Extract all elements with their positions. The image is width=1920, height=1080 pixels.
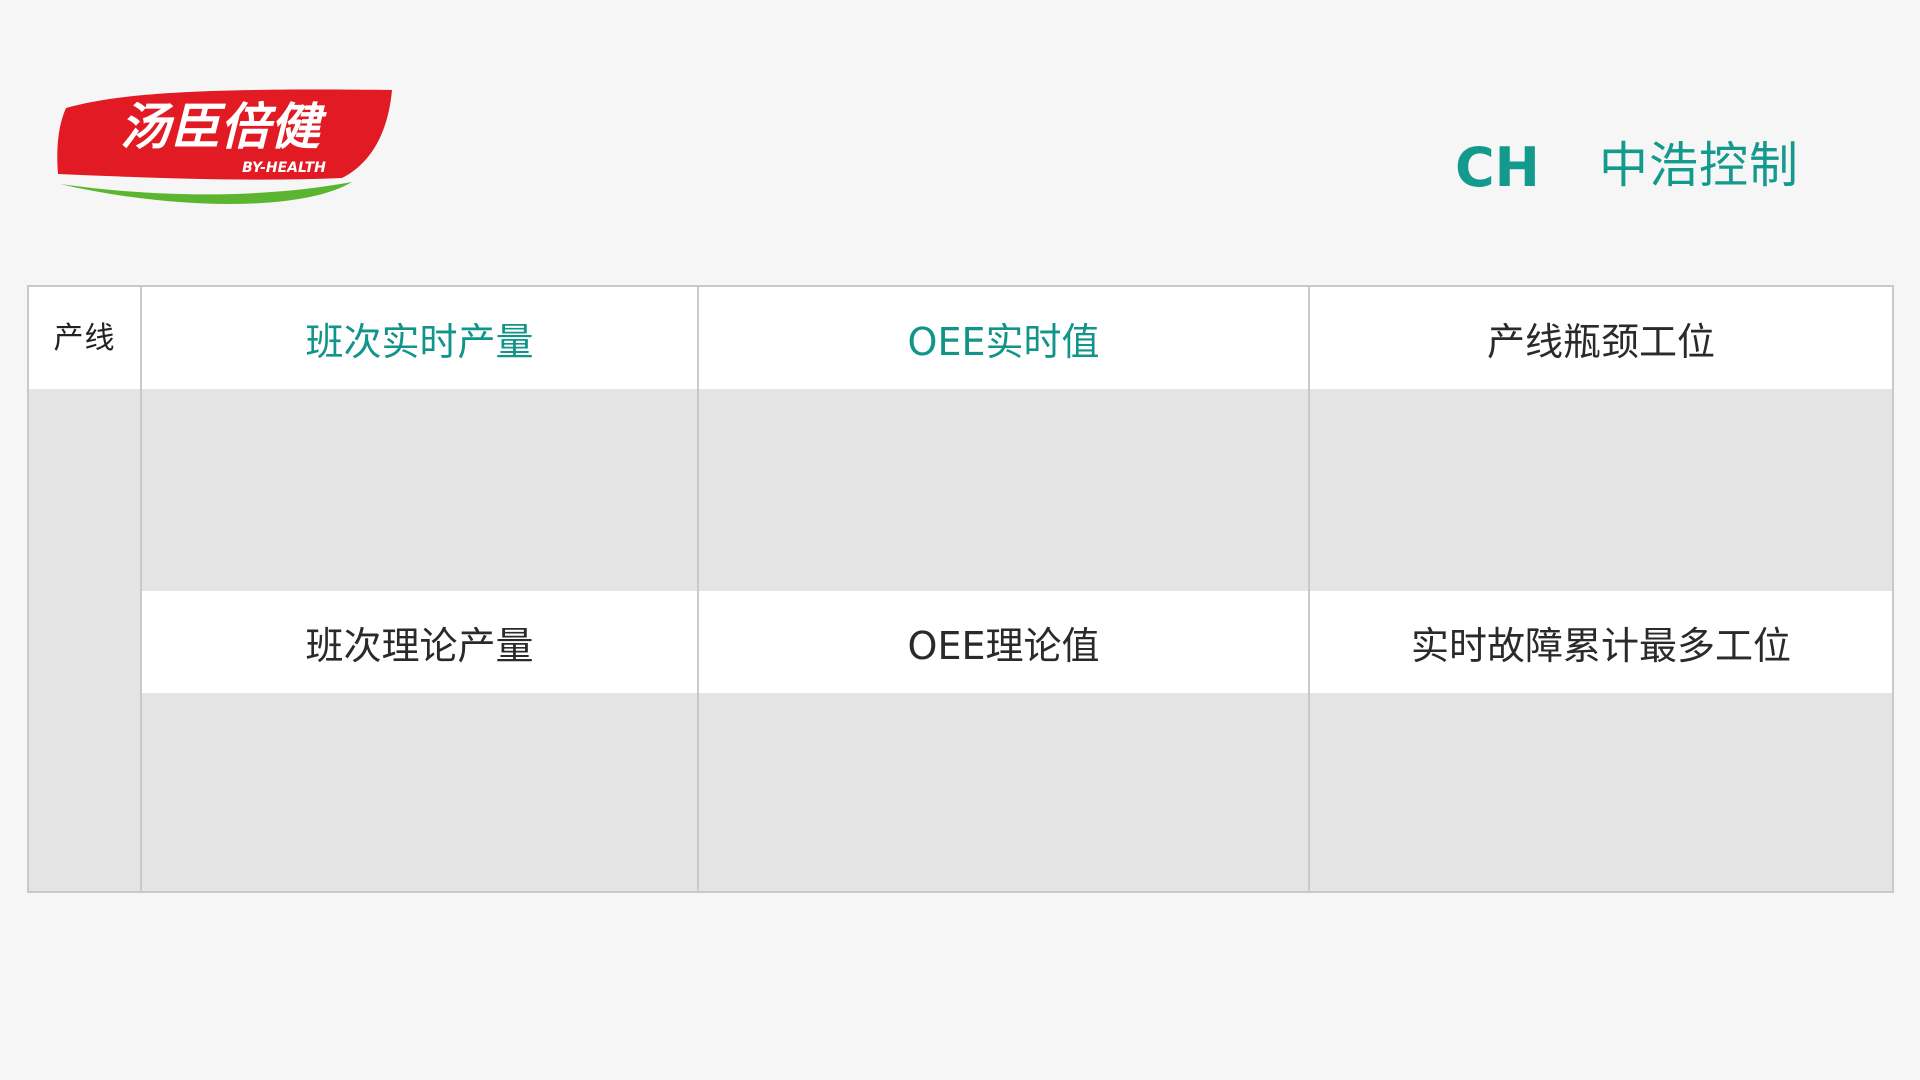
oee-theoretical-value — [699, 693, 1308, 891]
shift-realtime-output-header: 班次实时产量 — [142, 287, 697, 389]
shift-realtime-output-value — [142, 389, 697, 591]
bottleneck-station-value — [1310, 389, 1892, 591]
oee-theoretical-header: OEE理论值 — [699, 591, 1308, 693]
production-dashboard: 产线 班次实时产量 班次理论产量 OEE实时值 OEE理论值 产线瓶颈工位 实时… — [27, 285, 1894, 893]
line-label: 产线 — [53, 321, 116, 356]
ch-mark-icon: CH — [1455, 139, 1540, 191]
shift-theoretical-output-header: 班次理论产量 — [142, 591, 697, 693]
zhonghao-logo: CH 中浩控制 — [1455, 134, 1799, 196]
bottleneck-station-header: 产线瓶颈工位 — [1310, 287, 1892, 389]
shift-theoretical-output-value — [142, 693, 697, 891]
oee-realtime-value — [699, 389, 1308, 591]
brand-name: 汤臣倍健 — [120, 98, 327, 156]
by-health-logo: 汤臣倍健 BY-HEALTH — [52, 86, 398, 208]
shift-output-column: 班次实时产量 班次理论产量 — [142, 287, 699, 891]
oee-column: OEE实时值 OEE理论值 — [699, 287, 1310, 891]
partner-name: 中浩控制 — [1599, 136, 1800, 194]
most-faults-station-header: 实时故障累计最多工位 — [1310, 591, 1892, 693]
svg-text:CH: CH — [1455, 139, 1540, 191]
production-line-column: 产线 — [29, 287, 142, 891]
line-header-cell: 产线 — [29, 287, 140, 389]
most-faults-station-value — [1310, 693, 1892, 891]
oee-realtime-header: OEE实时值 — [699, 287, 1308, 389]
bottleneck-column: 产线瓶颈工位 实时故障累计最多工位 — [1310, 287, 1892, 891]
brand-subtitle: BY-HEALTH — [242, 160, 326, 176]
